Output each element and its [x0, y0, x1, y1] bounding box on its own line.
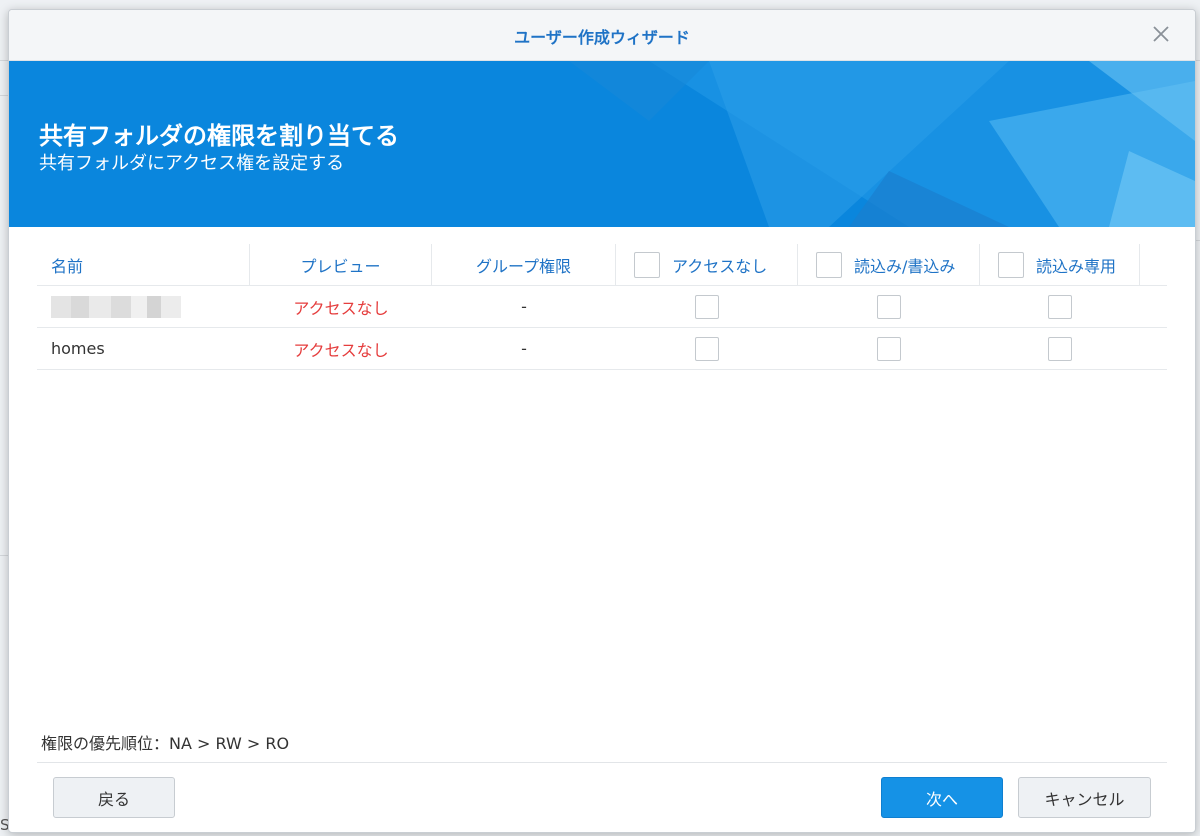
row-read-only-cell [980, 286, 1140, 327]
next-button[interactable]: 次へ [881, 777, 1003, 818]
row-read-only-cell [980, 328, 1140, 369]
row-name-cell [37, 286, 250, 327]
read-only-checkbox[interactable] [1048, 294, 1072, 319]
dialog-title: ユーザー作成ウィザード [514, 28, 690, 47]
dialog-titlebar: ユーザー作成ウィザード [9, 10, 1195, 61]
read-write-checkbox[interactable] [877, 294, 901, 319]
row-preview: アクセスなし [293, 298, 389, 318]
no-access-select-all-checkbox[interactable] [634, 251, 660, 278]
bg-divider [0, 95, 8, 96]
header-read-only-label: 読込み専用 [1036, 256, 1117, 276]
no-access-checkbox[interactable] [695, 294, 719, 319]
row-preview: アクセスなし [293, 340, 389, 360]
grid-header-row: 名前 プレビュー グループ権限 アクセスなし 読込み/書込み 読込み専用 [37, 244, 1167, 286]
permission-grid: 名前 プレビュー グループ権限 アクセスなし 読込み/書込み 読込み専用 アクセ… [37, 244, 1167, 370]
row-group-permission: - [521, 339, 527, 358]
wizard-banner: 共有フォルダの権限を割り当てる 共有フォルダにアクセス権を設定する [9, 61, 1195, 227]
back-button[interactable]: 戻る [53, 777, 175, 818]
table-row[interactable]: homes アクセスなし - [37, 328, 1167, 370]
header-read-write: 読込み/書込み [798, 244, 980, 285]
user-creation-wizard-dialog: ユーザー作成ウィザード 共有フォルダの権限を割り当てる 共有フォルダにアクセス権… [8, 9, 1196, 833]
bg-divider [0, 555, 8, 556]
header-read-write-label: 読込み/書込み [854, 256, 956, 276]
read-only-checkbox[interactable] [1048, 336, 1072, 361]
footer-divider [37, 762, 1167, 763]
table-row[interactable]: アクセスなし - [37, 286, 1167, 328]
permission-priority-note: 権限の優先順位：NA > RW > RO [41, 734, 290, 753]
header-group-permission[interactable]: グループ権限 [432, 244, 616, 285]
close-icon[interactable] [1149, 22, 1173, 46]
bg-divider [0, 60, 8, 61]
cancel-button[interactable]: キャンセル [1018, 777, 1151, 818]
banner-title: 共有フォルダの権限を割り当てる [39, 122, 399, 150]
row-no-access-cell [616, 328, 798, 369]
header-no-access: アクセスなし [616, 244, 798, 285]
read-write-select-all-checkbox[interactable] [816, 251, 842, 278]
row-read-write-cell [798, 286, 980, 327]
header-no-access-label: アクセスなし [672, 256, 768, 276]
row-name: homes [51, 339, 105, 358]
header-preview[interactable]: プレビュー [250, 244, 432, 285]
row-no-access-cell [616, 286, 798, 327]
no-access-checkbox[interactable] [695, 336, 719, 361]
header-read-only: 読込み専用 [980, 244, 1140, 285]
read-write-checkbox[interactable] [877, 336, 901, 361]
banner-subtitle: 共有フォルダにアクセス権を設定する [39, 153, 345, 174]
read-only-select-all-checkbox[interactable] [998, 251, 1024, 278]
blurred-folder-name [51, 295, 191, 318]
row-group-permission: - [521, 297, 527, 316]
row-read-write-cell [798, 328, 980, 369]
header-name[interactable]: 名前 [37, 244, 250, 285]
